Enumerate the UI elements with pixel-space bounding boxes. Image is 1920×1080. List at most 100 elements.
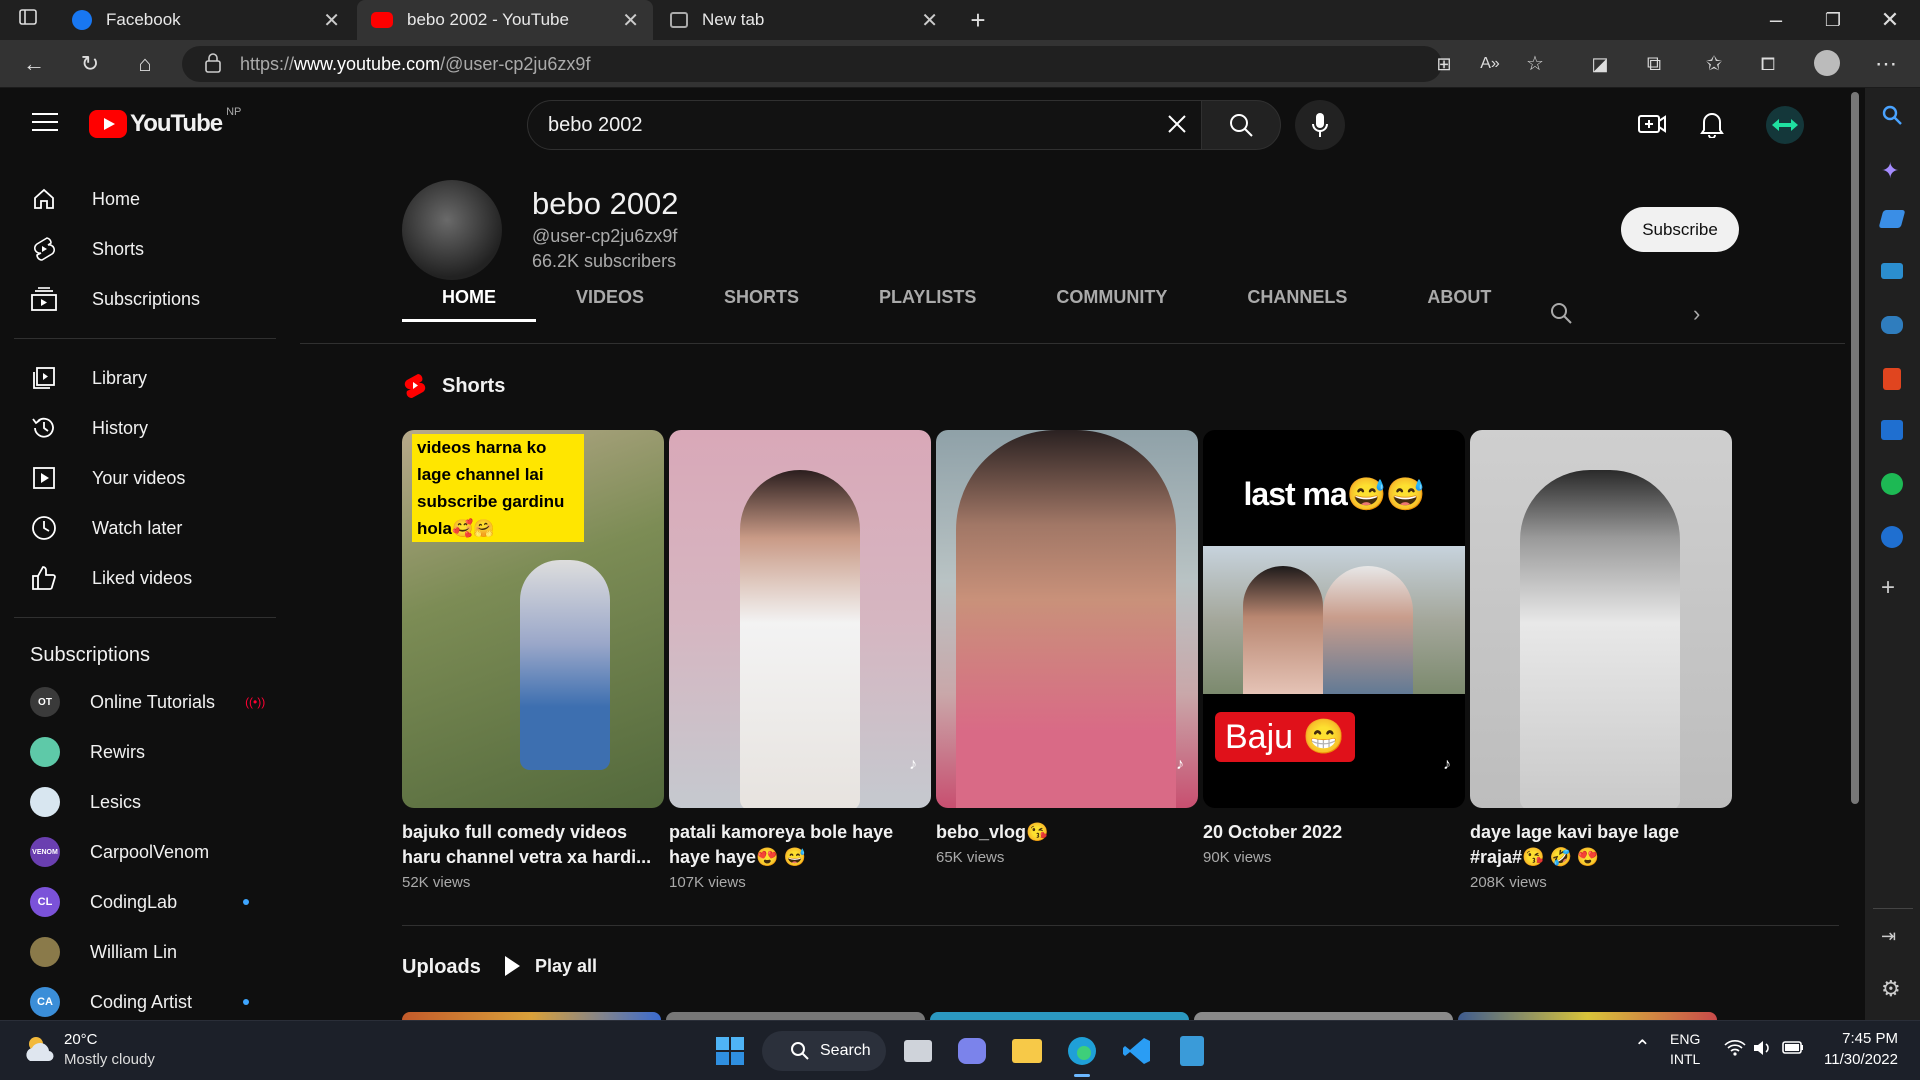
keyboard-layout[interactable]: INTL <box>1670 1051 1700 1067</box>
profile-avatar[interactable] <box>1813 50 1841 78</box>
subscription-carpoolvenom[interactable]: VENOM CarpoolVenom <box>0 827 290 877</box>
short-card[interactable]: ♪ patali kamoreya bole haye haye haye😍 😅… <box>669 430 931 891</box>
sidebar-item-shorts[interactable]: Shorts <box>0 224 290 274</box>
subscribe-button[interactable]: Subscribe <box>1621 207 1739 252</box>
sidebar-item-library[interactable]: Library <box>0 353 290 403</box>
tab-home[interactable]: HOME <box>402 282 536 322</box>
office-icon[interactable] <box>1883 368 1901 390</box>
short-thumbnail[interactable] <box>1470 430 1732 808</box>
close-tab-icon[interactable]: ✕ <box>921 8 938 33</box>
clear-search-icon[interactable] <box>1166 113 1188 141</box>
menu-hamburger-icon[interactable] <box>32 112 58 137</box>
notifications-bell-icon[interactable] <box>1700 110 1724 143</box>
tab-videos[interactable]: VIDEOS <box>536 282 684 322</box>
subscription-lesics[interactable]: Lesics <box>0 777 290 827</box>
short-thumbnail[interactable]: last ma😅😅 Baju 😁 ♪ <box>1203 430 1465 808</box>
windows-start-icon[interactable] <box>710 1031 750 1071</box>
play-all-button[interactable]: Play all <box>503 955 597 977</box>
extensions-puzzle-icon[interactable]: ⧉ <box>1640 50 1668 78</box>
taskbar-search-button[interactable]: Search <box>762 1031 886 1071</box>
search-button[interactable] <box>1201 100 1281 150</box>
battery-icon[interactable] <box>1782 1039 1804 1060</box>
account-avatar[interactable] <box>1766 106 1804 144</box>
close-tab-icon[interactable]: ✕ <box>323 8 340 33</box>
scrollbar-thumb[interactable] <box>1851 92 1859 804</box>
sidebar-item-subscriptions[interactable]: Subscriptions <box>0 274 290 324</box>
tab-shorts[interactable]: SHORTS <box>684 282 839 322</box>
home-button[interactable]: ⌂ <box>131 50 159 78</box>
file-explorer-icon[interactable] <box>1007 1031 1047 1071</box>
outlook-icon[interactable] <box>1881 420 1903 440</box>
voice-search-button[interactable] <box>1295 100 1345 150</box>
weather-desc[interactable]: Mostly cloudy <box>64 1051 155 1068</box>
edge-browser-icon[interactable] <box>1062 1031 1102 1077</box>
language-code[interactable]: ENG <box>1670 1031 1700 1047</box>
collections-icon[interactable]: ⧠ <box>1754 50 1782 78</box>
sidebar-item-your-videos[interactable]: Your videos <box>0 453 290 503</box>
wifi-icon[interactable] <box>1724 1039 1746 1062</box>
minimize-button[interactable]: – <box>1762 6 1790 34</box>
subscription-codinglab[interactable]: CL CodingLab <box>0 877 290 927</box>
sidebar-settings-gear-icon[interactable]: ⚙ <box>1881 976 1901 1002</box>
reload-button[interactable]: ↻ <box>76 50 104 78</box>
upload-thumbnail[interactable] <box>402 1012 661 1020</box>
short-thumbnail[interactable]: ♪ <box>936 430 1198 808</box>
clock-date[interactable]: 11/30/2022 <box>1812 1051 1898 1068</box>
tab-channels[interactable]: CHANNELS <box>1207 282 1387 322</box>
upload-thumbnail[interactable] <box>930 1012 1189 1020</box>
skype-icon[interactable] <box>1881 526 1903 548</box>
tab-community[interactable]: COMMUNITY <box>1016 282 1207 322</box>
weather-temp[interactable]: 20°C <box>64 1031 98 1048</box>
sparkle-icon[interactable]: ✦ <box>1881 158 1899 184</box>
teams-chat-icon[interactable] <box>952 1031 992 1071</box>
vscode-icon[interactable] <box>1117 1031 1157 1071</box>
short-thumbnail[interactable]: ♪ <box>669 430 931 808</box>
new-tab-button[interactable]: + <box>964 6 992 34</box>
short-card[interactable]: ♪ bebo_vlog😘 65K views <box>936 430 1198 866</box>
upload-thumbnail[interactable] <box>666 1012 925 1020</box>
address-bar[interactable]: https://www.youtube.com/@user-cp2ju6zx9f <box>182 46 1442 82</box>
notepad-icon[interactable] <box>1172 1031 1212 1071</box>
add-sidebar-app-icon[interactable]: + <box>1881 574 1895 602</box>
short-thumbnail[interactable]: videos harna ko lage channel lai subscri… <box>402 430 664 808</box>
extension-icon[interactable]: ◪ <box>1586 50 1614 78</box>
short-card[interactable]: videos harna ko lage channel lai subscri… <box>402 430 664 891</box>
read-aloud-icon[interactable]: A» <box>1476 50 1504 78</box>
back-button[interactable]: ← <box>20 50 48 78</box>
tab-new-tab[interactable]: New tab ✕ <box>656 0 952 40</box>
hide-sidebar-icon[interactable]: ⇥ <box>1881 926 1896 947</box>
sidebar-item-history[interactable]: History <box>0 403 290 453</box>
clock-time[interactable]: 7:45 PM <box>1812 1030 1898 1047</box>
tab-playlists[interactable]: PLAYLISTS <box>839 282 1016 322</box>
channel-search-icon[interactable] <box>1549 301 1573 330</box>
show-hidden-icons-chevron-up-icon[interactable]: ⌃ <box>1634 1035 1651 1060</box>
tab-about[interactable]: ABOUT <box>1387 282 1531 322</box>
sidebar-search-icon[interactable] <box>1881 104 1903 131</box>
volume-icon[interactable] <box>1752 1039 1772 1062</box>
create-video-icon[interactable] <box>1638 111 1666 142</box>
page-scrollbar[interactable] <box>1845 88 1865 1020</box>
tab-facebook[interactable]: Facebook ✕ <box>58 0 354 40</box>
subscription-online-tutorials[interactable]: OT Online Tutorials ((•)) <box>0 677 290 727</box>
close-tab-icon[interactable]: ✕ <box>622 8 639 33</box>
shopping-tag-icon[interactable] <box>1878 210 1906 228</box>
tools-briefcase-icon[interactable] <box>1881 263 1903 279</box>
weather-cloud-icon[interactable] <box>22 1033 56 1067</box>
app-available-icon[interactable]: ⊞ <box>1430 50 1458 78</box>
upload-thumbnail[interactable] <box>1458 1012 1717 1020</box>
restore-button[interactable]: ❐ <box>1819 6 1847 34</box>
tab-actions-icon[interactable] <box>14 6 42 34</box>
short-card[interactable]: daye lage kavi baye lage #raja#😘 🤣 😍 208… <box>1470 430 1732 891</box>
short-card[interactable]: last ma😅😅 Baju 😁 ♪ 20 October 2022 90K v… <box>1203 430 1465 866</box>
more-menu-icon[interactable]: ⋯ <box>1872 50 1900 78</box>
games-icon[interactable] <box>1881 316 1903 334</box>
search-input[interactable]: bebo 2002 <box>527 100 1207 150</box>
sidebar-item-watch-later[interactable]: Watch later <box>0 503 290 553</box>
spotify-icon[interactable] <box>1881 473 1903 495</box>
youtube-logo[interactable]: YouTube NP <box>89 106 241 138</box>
sidebar-item-home[interactable]: Home <box>0 174 290 224</box>
upload-thumbnail[interactable] <box>1194 1012 1453 1020</box>
sidebar-item-liked-videos[interactable]: Liked videos <box>0 553 290 603</box>
favorites-icon[interactable]: ✩ <box>1700 50 1728 78</box>
channel-avatar[interactable] <box>402 180 502 280</box>
